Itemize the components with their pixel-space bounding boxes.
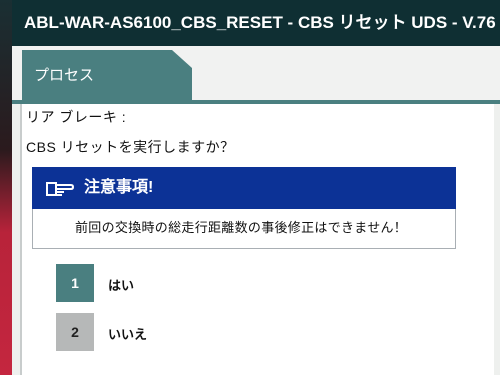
- option-yes-label[interactable]: はい: [108, 275, 134, 294]
- notice-message: 前回の交換時の総走行距離数の事後修正はできません！: [32, 209, 456, 249]
- tab-process[interactable]: プロセス: [22, 50, 192, 102]
- option-no-button[interactable]: 2: [56, 313, 94, 351]
- notice-header: 注意事項!: [32, 167, 456, 209]
- window-title: ABL-WAR-AS6100_CBS_RESET - CBS リセット UDS …: [12, 0, 500, 46]
- pointing-hand-icon: [46, 182, 74, 196]
- option-yes-button[interactable]: 1: [56, 264, 94, 302]
- app-screen: ABL-WAR-AS6100_CBS_RESET - CBS リセット UDS …: [12, 0, 500, 375]
- brake-label: リア ブレーキ :: [26, 109, 127, 125]
- option-no-label[interactable]: いいえ: [108, 324, 147, 343]
- reset-question: CBS リセットを実行しますか？: [26, 139, 235, 155]
- notice-title: 注意事項!: [84, 179, 154, 196]
